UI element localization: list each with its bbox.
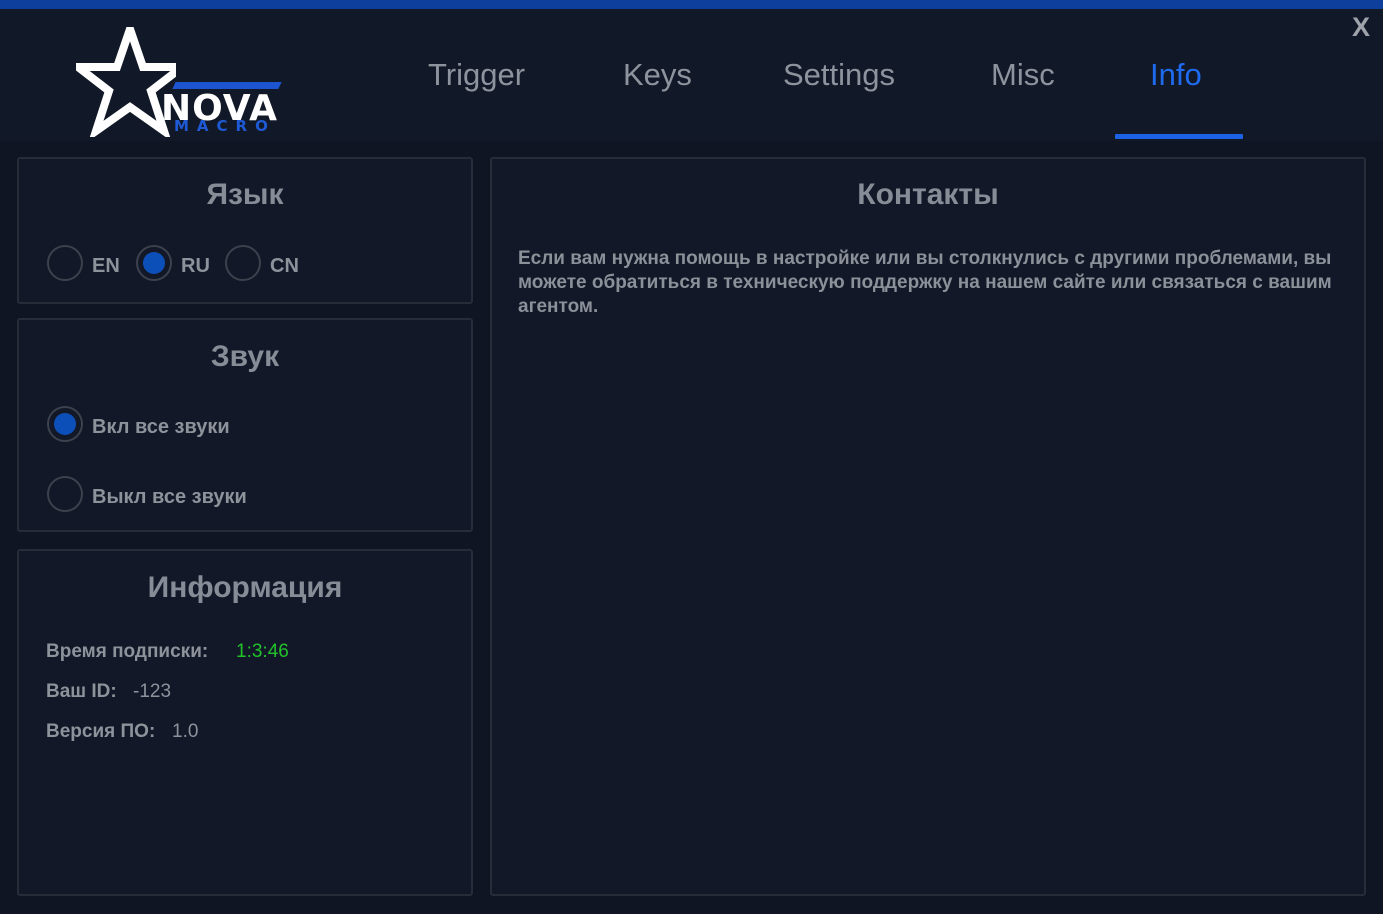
contacts-text: Если вам нужна помощь в настройке или вы… bbox=[518, 248, 1332, 317]
contacts-panel: Контакты Если вам нужна помощь в настрой… bbox=[490, 157, 1366, 896]
header-bar: NOVA MACRO Trigger Keys Settings Misc In… bbox=[0, 9, 1383, 141]
information-panel: Информация Время подписки: 1:3:46 Ваш ID… bbox=[17, 549, 473, 896]
sound-title: Звук bbox=[210, 340, 280, 373]
information-title: Информация bbox=[147, 571, 343, 604]
user-id-value: -123 bbox=[133, 681, 172, 702]
software-version-label: Версия ПО: bbox=[46, 721, 156, 742]
sound-panel: Звук Вкл все звуки Выкл все звуки bbox=[17, 318, 473, 532]
logo: NOVA MACRO bbox=[76, 27, 286, 142]
subscription-time-value: 1:3:46 bbox=[236, 641, 289, 662]
language-title: Язык bbox=[206, 178, 284, 211]
radio-cn-label[interactable]: CN bbox=[270, 256, 299, 276]
tab-settings[interactable]: Settings bbox=[783, 59, 895, 90]
radio-sound-off-label[interactable]: Выкл все звуки bbox=[92, 487, 247, 507]
contacts-title: Контакты bbox=[857, 178, 999, 211]
radio-sound-off[interactable] bbox=[47, 476, 83, 512]
language-panel: Язык EN RU CN bbox=[17, 157, 473, 304]
active-tab-indicator bbox=[1115, 134, 1243, 139]
radio-sound-on[interactable] bbox=[47, 406, 83, 442]
close-button[interactable]: X bbox=[1352, 14, 1370, 41]
tab-keys[interactable]: Keys bbox=[623, 59, 692, 90]
logo-subword: MACRO bbox=[174, 117, 276, 135]
tab-misc[interactable]: Misc bbox=[991, 59, 1055, 90]
tab-info[interactable]: Info bbox=[1150, 59, 1202, 90]
radio-cn[interactable] bbox=[225, 245, 261, 281]
software-version-value: 1.0 bbox=[172, 721, 199, 742]
user-id-label: Ваш ID: bbox=[46, 681, 117, 702]
radio-sound-on-label[interactable]: Вкл все звуки bbox=[92, 417, 230, 437]
radio-en[interactable] bbox=[47, 245, 83, 281]
subscription-time-label: Время подписки: bbox=[46, 641, 209, 662]
tab-trigger[interactable]: Trigger bbox=[428, 59, 525, 90]
app-window: NOVA MACRO Trigger Keys Settings Misc In… bbox=[0, 0, 1383, 914]
radio-ru[interactable] bbox=[136, 245, 172, 281]
radio-ru-label[interactable]: RU bbox=[181, 256, 210, 276]
radio-en-label[interactable]: EN bbox=[92, 256, 120, 276]
top-accent-strip bbox=[0, 0, 1383, 9]
